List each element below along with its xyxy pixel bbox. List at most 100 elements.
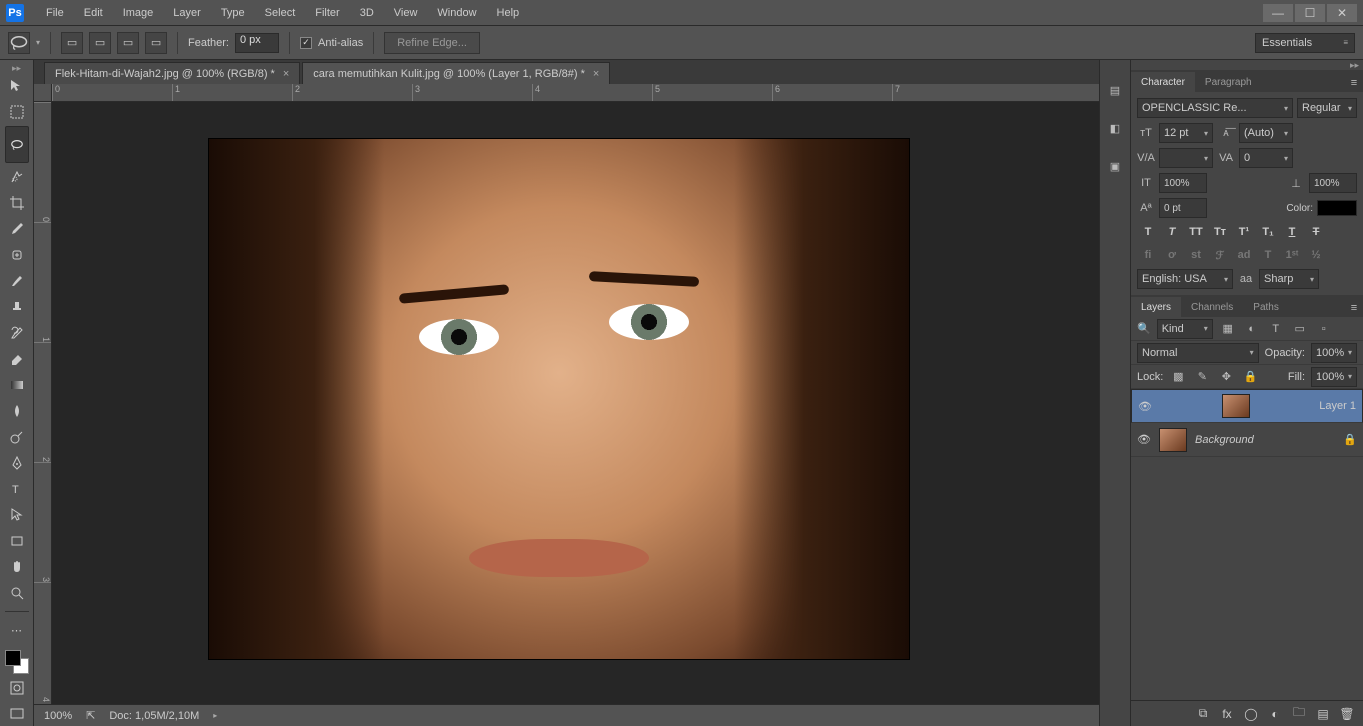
baseline-shift-input[interactable]: 0 pt xyxy=(1159,198,1207,218)
fill-input[interactable]: 100%▾ xyxy=(1311,367,1357,387)
marquee-tool[interactable] xyxy=(5,100,29,124)
close-button[interactable]: ✕ xyxy=(1327,4,1357,22)
vertical-scale-input[interactable]: 100% xyxy=(1159,173,1207,193)
discretionary-button[interactable]: st xyxy=(1185,246,1207,264)
menu-filter[interactable]: Filter xyxy=(305,3,349,23)
tab-paths[interactable]: Paths xyxy=(1243,297,1289,317)
layer-mask-icon[interactable]: ◯ xyxy=(1243,706,1259,722)
visibility-toggle-icon[interactable]: 👁 xyxy=(1138,399,1152,413)
subscript-button[interactable]: T₁ xyxy=(1257,223,1279,241)
swash-button[interactable]: ℱ xyxy=(1209,246,1231,264)
menu-3d[interactable]: 3D xyxy=(350,3,384,23)
underline-button[interactable]: T xyxy=(1281,223,1303,241)
menu-type[interactable]: Type xyxy=(211,3,255,23)
layer-item[interactable]: 👁 Layer 1 xyxy=(1131,389,1363,423)
ordinals-button[interactable]: 1ˢᵗ xyxy=(1281,246,1303,264)
pen-tool[interactable] xyxy=(5,451,29,475)
canvas[interactable] xyxy=(209,139,909,659)
menu-file[interactable]: File xyxy=(36,3,74,23)
antialias-select[interactable]: Sharp▾ xyxy=(1259,269,1319,289)
document-tab[interactable]: Flek-Hitam-di-Wajah2.jpg @ 100% (RGB/8) … xyxy=(44,62,300,84)
color-swatches[interactable] xyxy=(5,650,29,674)
filter-icon[interactable]: 🔍 xyxy=(1137,322,1151,335)
menu-select[interactable]: Select xyxy=(255,3,306,23)
layer-name[interactable]: Layer 1 xyxy=(1319,400,1356,412)
lock-image-icon[interactable]: ✎ xyxy=(1193,368,1211,386)
selection-add-icon[interactable]: ▭ xyxy=(89,32,111,54)
refine-edge-button[interactable]: Refine Edge... xyxy=(384,32,480,54)
feather-input[interactable]: 0 px xyxy=(235,33,279,53)
opacity-input[interactable]: 100%▾ xyxy=(1311,343,1357,363)
layer-item[interactable]: 👁 Background 🔒 xyxy=(1131,423,1363,457)
leading-input[interactable]: (Auto)▾ xyxy=(1239,123,1293,143)
close-icon[interactable]: × xyxy=(593,68,599,80)
font-size-input[interactable]: 12 pt▾ xyxy=(1159,123,1213,143)
filter-pixel-icon[interactable]: ▦ xyxy=(1219,320,1237,338)
horizontal-scale-input[interactable]: 100% xyxy=(1309,173,1357,193)
layer-fx-icon[interactable]: fx xyxy=(1219,706,1235,722)
lock-transparency-icon[interactable]: ▩ xyxy=(1169,368,1187,386)
font-family-select[interactable]: OPENCLASSIC Re...▾ xyxy=(1137,98,1293,118)
document-tab[interactable]: cara memutihkan Kulit.jpg @ 100% (Layer … xyxy=(302,62,610,84)
filter-adjust-icon[interactable]: ◐ xyxy=(1243,320,1261,338)
superscript-button[interactable]: T¹ xyxy=(1233,223,1255,241)
menu-view[interactable]: View xyxy=(384,3,428,23)
smallcaps-button[interactable]: Tᴛ xyxy=(1209,223,1231,241)
filter-smart-icon[interactable]: ▫ xyxy=(1315,320,1333,338)
history-brush-tool[interactable] xyxy=(5,321,29,345)
layer-thumbnail[interactable] xyxy=(1222,394,1250,418)
path-selection-tool[interactable] xyxy=(5,503,29,527)
new-group-icon[interactable]: 🗀 xyxy=(1291,706,1307,722)
canvas-viewport[interactable]: 01234567 01234 xyxy=(34,84,1099,704)
foreground-color-swatch[interactable] xyxy=(5,650,21,666)
hand-tool[interactable] xyxy=(5,555,29,579)
properties-panel-icon[interactable]: ◧ xyxy=(1105,118,1125,138)
font-style-select[interactable]: Regular▾ xyxy=(1297,98,1357,118)
toolbox-grip-icon[interactable]: ▸▸ xyxy=(3,64,31,72)
rectangle-tool[interactable] xyxy=(5,529,29,553)
panel-menu-icon[interactable]: ≡ xyxy=(1345,299,1363,317)
screen-mode-toggle[interactable] xyxy=(5,702,29,726)
clone-stamp-tool[interactable] xyxy=(5,295,29,319)
doc-size[interactable]: Doc: 1,05M/2,10M xyxy=(109,710,199,722)
ruler-origin[interactable] xyxy=(34,84,52,102)
menu-image[interactable]: Image xyxy=(113,3,164,23)
panel-menu-icon[interactable]: ≡ xyxy=(1345,74,1363,92)
link-layers-icon[interactable]: ⧉ xyxy=(1195,706,1211,722)
eraser-tool[interactable] xyxy=(5,347,29,371)
new-layer-icon[interactable]: ▤ xyxy=(1315,706,1331,722)
strikethrough-button[interactable]: T xyxy=(1305,223,1327,241)
blend-mode-select[interactable]: Normal▾ xyxy=(1137,343,1259,363)
selection-new-icon[interactable]: ▭ xyxy=(61,32,83,54)
visibility-toggle-icon[interactable]: 👁 xyxy=(1137,433,1151,447)
bold-button[interactable]: T xyxy=(1137,223,1159,241)
crop-tool[interactable] xyxy=(5,191,29,215)
actions-panel-icon[interactable]: ▣ xyxy=(1105,156,1125,176)
italic-button[interactable]: T xyxy=(1161,223,1183,241)
active-tool-lasso-icon[interactable] xyxy=(8,32,30,54)
workspace-selector[interactable]: Essentials≡ xyxy=(1255,33,1355,53)
eyedropper-tool[interactable] xyxy=(5,217,29,241)
panel-collapse-icon[interactable]: ▸▸ xyxy=(1131,60,1363,70)
layer-filter-select[interactable]: Kind▾ xyxy=(1157,319,1213,339)
contextual-button[interactable]: ơ xyxy=(1161,246,1183,264)
menu-window[interactable]: Window xyxy=(427,3,486,23)
lock-position-icon[interactable]: ✥ xyxy=(1217,368,1235,386)
zoom-level[interactable]: 100% xyxy=(44,710,72,722)
healing-brush-tool[interactable] xyxy=(5,243,29,267)
tool-preset-dropdown-icon[interactable]: ▾ xyxy=(36,38,40,47)
ruler-vertical[interactable]: 01234 xyxy=(34,102,52,704)
selection-subtract-icon[interactable]: ▭ xyxy=(117,32,139,54)
ruler-horizontal[interactable]: 01234567 xyxy=(52,84,1099,102)
stylistic-button[interactable]: ad xyxy=(1233,246,1255,264)
type-tool[interactable]: T xyxy=(5,477,29,501)
tracking-input[interactable]: 0▾ xyxy=(1239,148,1293,168)
titling-button[interactable]: T xyxy=(1257,246,1279,264)
language-select[interactable]: English: USA▾ xyxy=(1137,269,1233,289)
minimize-button[interactable]: — xyxy=(1263,4,1293,22)
quick-selection-tool[interactable] xyxy=(5,165,29,189)
menu-edit[interactable]: Edit xyxy=(74,3,113,23)
tab-channels[interactable]: Channels xyxy=(1181,297,1243,317)
quick-mask-toggle[interactable] xyxy=(5,676,29,700)
allcaps-button[interactable]: TT xyxy=(1185,223,1207,241)
